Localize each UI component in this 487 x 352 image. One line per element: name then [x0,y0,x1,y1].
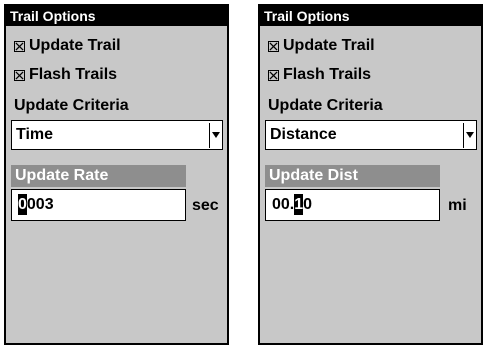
unit-label: sec [192,197,219,214]
update-rate-digits: 003 [26,196,54,213]
checked-box-icon [268,69,279,81]
update-criteria-dropdown[interactable]: Time [11,120,223,150]
update-dist-value: 00.10 [272,190,312,219]
trail-options-panel-distance: Trail Options Update Trail Flash Trails … [258,4,483,345]
flash-trails-label: Flash Trails [29,66,118,83]
update-trail-label: Update Trail [283,37,375,54]
trail-options-panel-time: Trail Options Update Trail Flash Trails … [4,4,229,345]
dropdown-arrow-icon[interactable] [209,123,222,148]
update-trail-label: Update Trail [29,37,121,54]
update-criteria-value: Time [16,126,54,143]
update-dist-label: Update Dist [265,165,440,187]
update-criteria-value: Distance [270,126,337,143]
update-trail-checkbox[interactable]: Update Trail [14,34,121,58]
dropdown-arrow-icon[interactable] [463,123,476,148]
flash-trails-checkbox[interactable]: Flash Trails [268,63,371,87]
update-dist-input[interactable]: 00.10 [265,189,440,221]
panel-title: Trail Options [6,6,227,26]
update-dist-digits-after: 0 [303,196,313,213]
checked-box-icon [268,40,279,52]
flash-trails-checkbox[interactable]: Flash Trails [14,63,117,87]
edit-cursor: 0 [18,194,27,215]
update-criteria-dropdown[interactable]: Distance [265,120,477,150]
update-rate-value: 0003 [18,190,54,219]
panel-title: Trail Options [260,6,481,26]
update-rate-label: Update Rate [11,165,186,187]
edit-cursor: 1 [294,194,304,215]
update-trail-checkbox[interactable]: Update Trail [268,34,375,58]
update-dist-digits-before: 00. [272,196,295,213]
flash-trails-label: Flash Trails [283,66,372,83]
unit-label: mi [448,197,467,214]
update-criteria-label: Update Criteria [14,97,129,114]
update-criteria-label: Update Criteria [268,97,383,114]
checked-box-icon [14,40,25,52]
checked-box-icon [14,69,25,81]
update-rate-input[interactable]: 0003 [11,189,186,221]
